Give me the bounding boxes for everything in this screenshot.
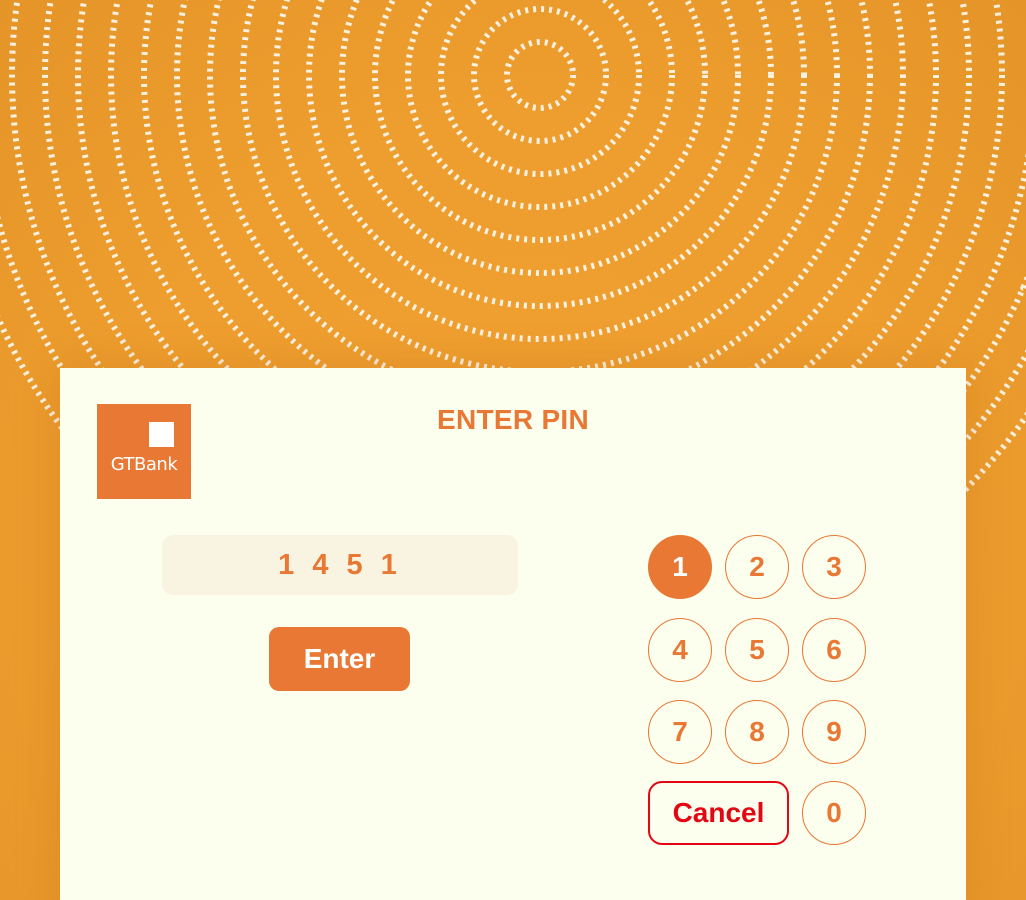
keypad-key-7[interactable]: 7	[648, 700, 712, 764]
dotted-ring	[207, 0, 873, 408]
keypad-key-2[interactable]: 2	[725, 535, 789, 599]
dotted-ring	[339, 0, 741, 276]
keypad-key-3[interactable]: 3	[802, 535, 866, 599]
keypad-key-9[interactable]: 9	[802, 700, 866, 764]
dotted-ring	[438, 0, 642, 177]
cancel-button[interactable]: Cancel	[648, 781, 789, 845]
keypad-key-4[interactable]: 4	[648, 618, 712, 682]
keypad-key-5[interactable]: 5	[725, 618, 789, 682]
dotted-ring	[372, 0, 708, 243]
dotted-ring	[240, 0, 840, 375]
dotted-ring	[504, 39, 576, 111]
page-title: ENTER PIN	[436, 404, 590, 435]
keypad-key-1[interactable]: 1	[648, 535, 712, 599]
screen: GTBank ENTER PIN 1 4 5 1 Enter 1 2 3 4 5…	[0, 0, 1026, 900]
enter-button[interactable]: Enter	[269, 627, 410, 691]
keypad-key-6[interactable]: 6	[802, 618, 866, 682]
pin-entry-card: GTBank ENTER PIN 1 4 5 1 Enter 1 2 3 4 5…	[60, 368, 966, 900]
pin-input[interactable]: 1 4 5 1	[162, 535, 518, 595]
dotted-ring	[471, 6, 609, 144]
dotted-ring	[306, 0, 774, 309]
logo-wordmark: GTBank	[110, 454, 178, 475]
keypad-key-8[interactable]: 8	[725, 700, 789, 764]
dotted-ring	[273, 0, 807, 342]
keypad-key-0[interactable]: 0	[802, 781, 866, 845]
